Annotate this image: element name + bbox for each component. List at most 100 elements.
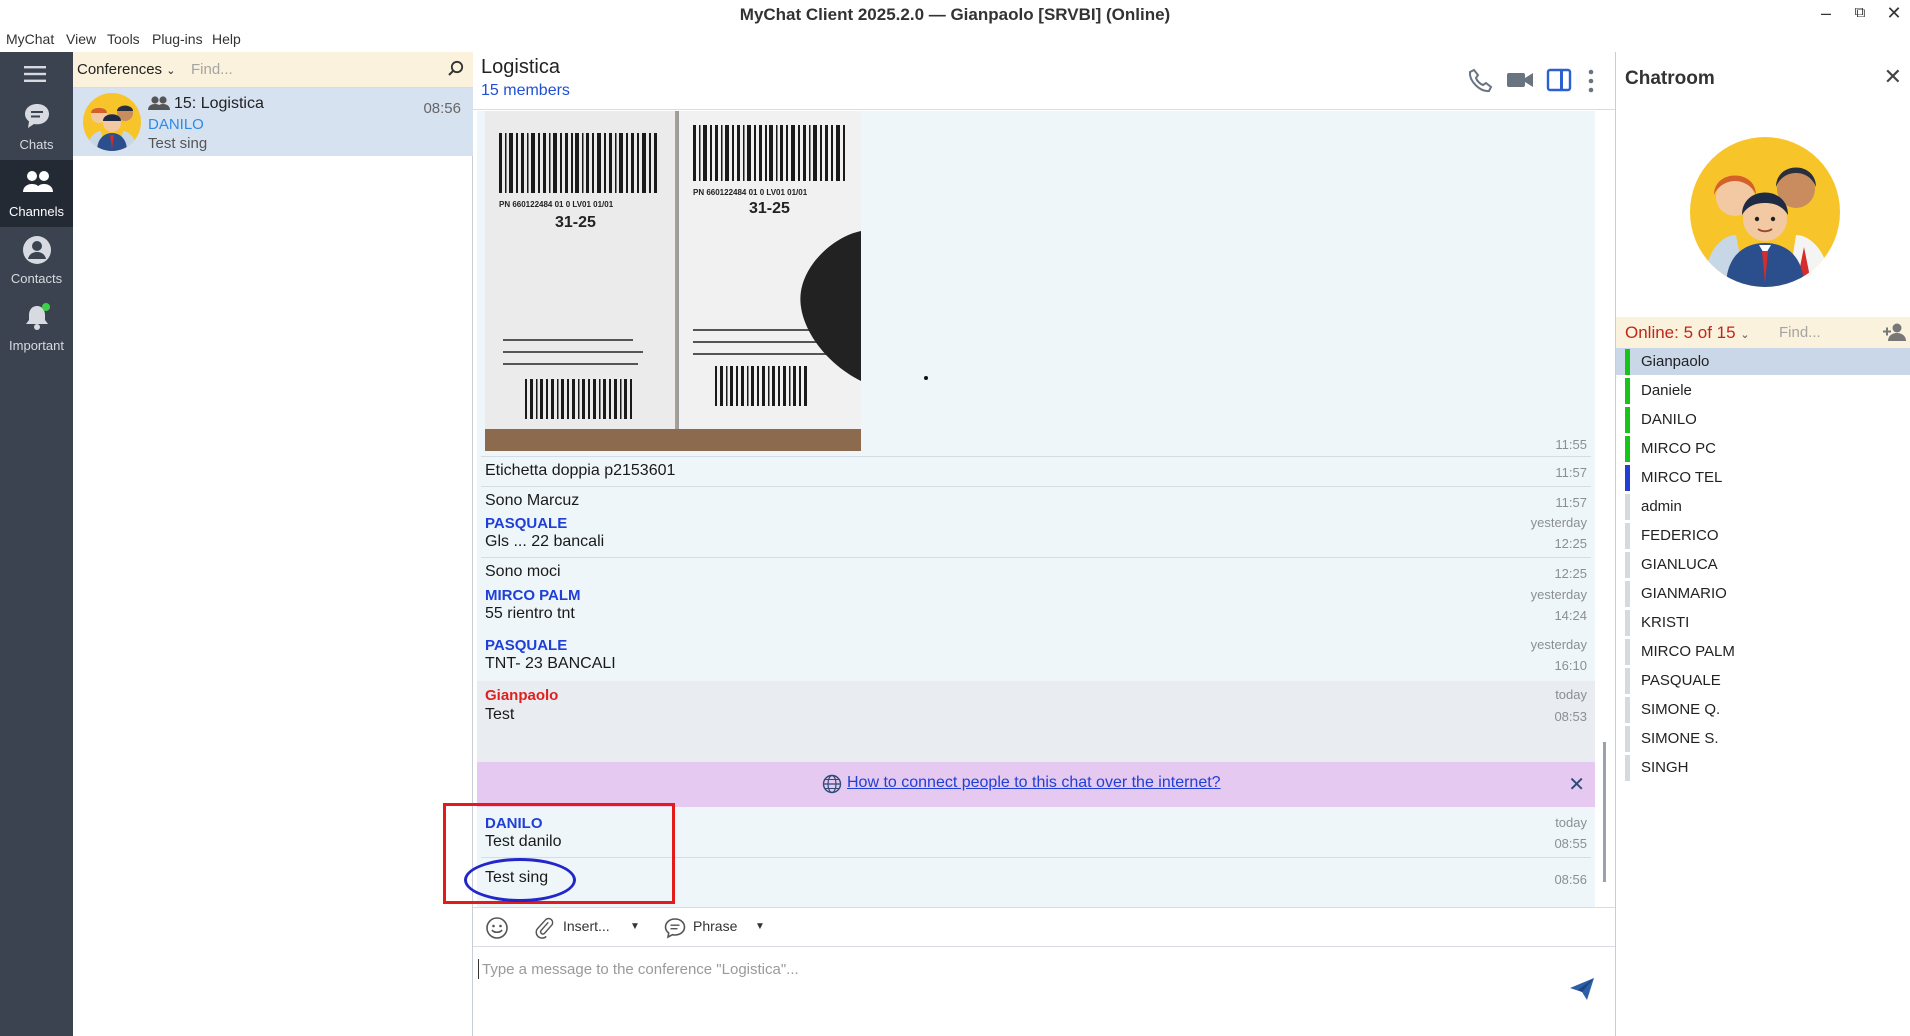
phrase-dropdown-icon[interactable]: ▼ [755,921,765,932]
more-options-icon[interactable] [1586,68,1596,99]
close-window-button[interactable]: ✕ [1876,0,1910,28]
nav-channels[interactable]: Channels [0,160,73,227]
status-indicator [1625,349,1630,375]
emoji-icon[interactable] [485,916,509,943]
message-text: TNT- 23 BANCALI [485,655,616,672]
member-item[interactable]: SIMONE Q. [1616,696,1910,723]
send-icon[interactable] [1569,977,1595,1006]
internet-help-link[interactable]: How to connect people to this chat over … [847,774,1221,792]
member-item[interactable]: KRISTI [1616,609,1910,636]
member-item[interactable]: MIRCO PC [1616,435,1910,462]
message-time: 11:57 [1555,465,1587,480]
member-item[interactable]: SIMONE S. [1616,725,1910,752]
member-item[interactable]: SINGH [1616,754,1910,781]
nav-contacts[interactable]: Contacts [0,227,73,294]
insert-dropdown-icon[interactable]: ▼ [630,921,640,932]
nav-chats[interactable]: Chats [0,93,73,160]
internet-help-banner: How to connect people to this chat over … [477,762,1595,807]
minimize-button[interactable]: – [1808,0,1844,28]
message-text: Sono Marcuz [485,492,580,509]
member-item[interactable]: PASQUALE [1616,667,1910,694]
paperclip-icon[interactable] [533,916,557,943]
online-filter-bar: Online: 5 of 15 ⌄ Find... [1616,317,1910,348]
message-author[interactable]: Gianpaolo [485,687,558,704]
message-scrollbar-thumb[interactable] [1603,742,1606,882]
status-indicator [1625,465,1630,491]
status-indicator [1625,523,1630,549]
member-name: SIMONE Q. [1641,701,1721,718]
blue-highlight-ellipse [464,858,576,902]
toggle-panel-icon[interactable] [1546,68,1572,97]
message-list[interactable]: PN 660122484 01 0 LV01 01/01 31-25 PN 66… [477,111,1595,907]
nav-chats-label: Chats [19,137,54,152]
menu-mychat[interactable]: MyChat [6,31,54,47]
message-day: today [1555,687,1587,702]
member-name: GIANMARIO [1641,585,1727,602]
chevron-down-icon: ⌄ [166,65,176,77]
message-author[interactable]: PASQUALE [485,515,567,532]
hamburger-menu-icon[interactable] [24,64,48,89]
member-item[interactable]: MIRCO PALM [1616,638,1910,665]
status-indicator [1625,668,1630,694]
add-member-icon[interactable] [1883,322,1907,347]
title-bar: MyChat Client 2025.2.0 — Gianpaolo [SRVB… [0,0,1910,28]
member-item[interactable]: GIANMARIO [1616,580,1910,607]
chat-title: Logistica [481,56,560,78]
status-indicator [1625,407,1630,433]
member-name: KRISTI [1641,614,1690,631]
member-item[interactable]: DANILO [1616,406,1910,433]
nav-important[interactable]: Important [0,294,73,361]
member-item[interactable]: GIANLUCA [1616,551,1910,578]
list-search-input[interactable]: Find... [191,61,233,78]
member-name: Daniele [1641,382,1692,399]
member-name: MIRCO PALM [1641,643,1735,660]
online-count-dropdown[interactable]: Online: 5 of 15 ⌄ [1625,323,1750,343]
menu-view[interactable]: View [66,31,96,47]
member-item[interactable]: admin [1616,493,1910,520]
message-author[interactable]: PASQUALE [485,637,567,654]
svg-text:PN 660122484 01 0 LV01 01/01: PN 660122484 01 0 LV01 01/01 [693,188,808,197]
video-call-icon[interactable] [1506,68,1534,97]
member-item[interactable]: Daniele [1616,377,1910,404]
menu-bar: MyChat View Tools Plug-ins Help [0,28,1910,52]
svg-text:PN 660122484 01 0 LV01 01/01: PN 660122484 01 0 LV01 01/01 [499,200,614,209]
member-name: GIANLUCA [1641,556,1718,573]
close-chatroom-icon[interactable]: ✕ [1884,64,1902,90]
members-count-link[interactable]: 15 members [481,82,570,100]
globe-icon [822,774,842,799]
close-banner-icon[interactable]: ✕ [1568,772,1585,797]
restore-button[interactable]: ⧉ [1842,0,1878,28]
status-indicator [1625,610,1630,636]
member-item[interactable]: Gianpaolo [1616,348,1910,375]
member-search-input[interactable]: Find... [1779,324,1821,341]
message-author[interactable]: MIRCO PALM [485,587,581,604]
shared-photo-barcode-labels[interactable]: PN 660122484 01 0 LV01 01/01 31-25 PN 66… [485,111,861,451]
own-message: Gianpaolo today Test 08:53 [477,681,1595,762]
menu-plugins[interactable]: Plug-ins [152,31,203,47]
svg-text:31-25: 31-25 [749,200,790,217]
message-separator [481,557,1591,558]
online-count-label: Online: 5 of 15 [1625,323,1736,342]
menu-help[interactable]: Help [212,31,241,47]
message-day: yesterday [1530,637,1587,652]
search-icon[interactable] [447,60,465,83]
member-item[interactable]: MIRCO TEL [1616,464,1910,491]
message-time: 12:25 [1554,566,1587,581]
message-input[interactable]: Type a message to the conference "Logist… [482,961,799,978]
insert-button[interactable]: Insert... [563,918,610,934]
bell-icon [26,303,50,330]
member-name: DANILO [1641,411,1697,428]
member-name: SINGH [1641,759,1689,776]
message-composer[interactable]: Type a message to the conference "Logist… [473,947,1615,1036]
status-indicator [1625,726,1630,752]
conferences-dropdown[interactable]: Conferences ⌄ [77,61,175,78]
phrase-icon[interactable] [663,916,687,943]
phone-icon[interactable] [1468,68,1494,99]
message-text: Gls ... 22 bancali [485,533,605,550]
menu-tools[interactable]: Tools [107,31,140,47]
conference-item-logistica[interactable]: 15: Logistica DANILO Test sing 08:56 [73,88,473,156]
member-item[interactable]: FEDERICO [1616,522,1910,549]
member-name: MIRCO TEL [1641,469,1723,486]
phrase-button[interactable]: Phrase [693,918,737,934]
status-indicator [1625,755,1630,781]
